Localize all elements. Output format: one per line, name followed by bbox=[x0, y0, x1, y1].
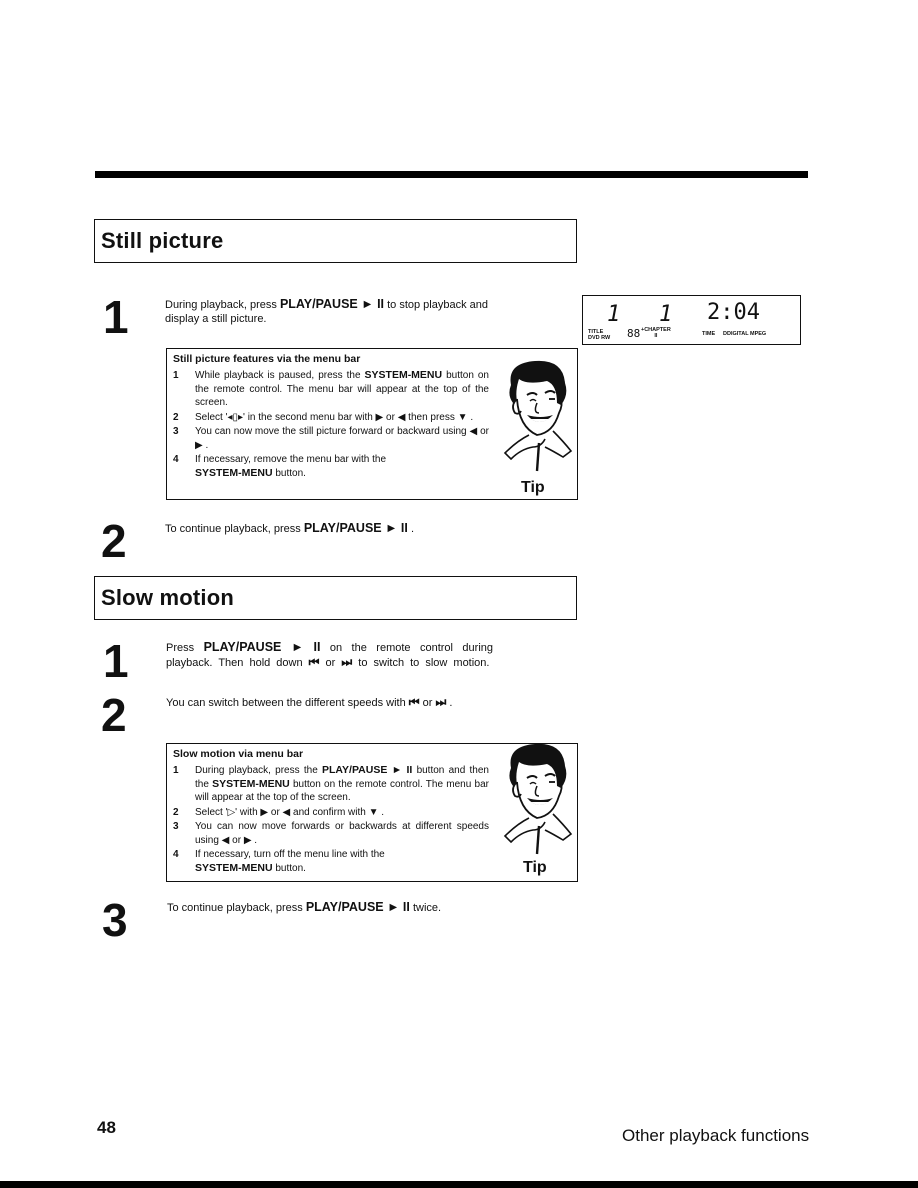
tip-label: Tip bbox=[521, 479, 545, 496]
step-text-pre: During playback, press bbox=[165, 299, 277, 311]
play-pause-key: PLAY/PAUSE ► II bbox=[303, 521, 408, 535]
tip-mascot-illustration bbox=[497, 738, 575, 861]
mascot-face-icon bbox=[503, 360, 573, 472]
tip-item-text: If necessary, remove the menu bar with t… bbox=[195, 453, 489, 480]
step-text: You can switch between the different spe… bbox=[166, 695, 526, 710]
step-text-pre: Press bbox=[166, 642, 195, 654]
player-display-panel: 1 1 2:04 TITLE DVD RW 88 +CHAPTER II TIM… bbox=[582, 295, 801, 345]
tip-item: 4 If necessary, turn off the menu line w… bbox=[173, 848, 489, 875]
tip-text: While playback is paused, press the bbox=[195, 370, 361, 381]
tip-item-text: Select '◂▯▸' in the second menu bar with… bbox=[195, 411, 474, 423]
display-segment-88: 88 bbox=[627, 327, 641, 340]
play-pause-key: PLAY/PAUSE ► II bbox=[279, 297, 385, 311]
tip-text: If necessary, turn off the menu line wit… bbox=[195, 849, 385, 860]
tip-item-number: 3 bbox=[173, 821, 179, 832]
tip-item-text: While playback is paused, press the SYST… bbox=[195, 369, 489, 410]
step-number: 3 bbox=[102, 894, 128, 946]
step-text-pre: To continue playback, press bbox=[165, 523, 301, 535]
tip-text: During playback, press the bbox=[195, 765, 318, 776]
step-text: To continue playback, press PLAY/PAUSE ►… bbox=[167, 900, 527, 915]
footer-section-title: Other playback functions bbox=[622, 1126, 810, 1145]
tip-item-number: 1 bbox=[173, 370, 179, 381]
display-label-time: TIME bbox=[702, 331, 716, 337]
tip-text: button. bbox=[275, 862, 306, 874]
system-menu-key: SYSTEM-MENU bbox=[195, 861, 273, 874]
play-pause-key: PLAY/PAUSE ► II bbox=[305, 900, 410, 914]
tip-item-number: 1 bbox=[173, 765, 179, 776]
tip-mascot-illustration bbox=[497, 355, 575, 478]
page-number: 48 bbox=[97, 1118, 116, 1137]
display-label-digital: DDIGITAL MPEG bbox=[723, 331, 767, 337]
display-label-title: TITLE DVD RW bbox=[588, 329, 610, 341]
display-title-number: 1 bbox=[607, 302, 621, 327]
next-key-icon: ⏭ bbox=[341, 655, 353, 669]
tip-title: Still picture features via the menu bar bbox=[173, 353, 361, 365]
step-number: 1 bbox=[103, 635, 129, 687]
tip-item: 2 Select '◂▯▸' in the second menu bar wi… bbox=[173, 411, 489, 425]
tip-item: 4 If necessary, remove the menu bar with… bbox=[173, 453, 489, 480]
mascot-face-icon bbox=[503, 743, 573, 855]
tip-text: If necessary, remove the menu bar with t… bbox=[195, 454, 387, 465]
label-dvd: DVD RW bbox=[588, 335, 611, 341]
step-text-pre: To continue playback, press bbox=[167, 902, 303, 914]
section-header-still-picture: Still picture bbox=[94, 219, 577, 263]
bottom-rule bbox=[0, 1181, 918, 1188]
next-key-icon: ⏭ bbox=[435, 695, 447, 709]
step-text-or: or bbox=[422, 697, 433, 709]
step-number: 1 bbox=[103, 291, 129, 343]
previous-key-icon: ⏮ bbox=[408, 695, 420, 709]
step-text-post: twice. bbox=[412, 902, 442, 914]
tip-item-text: You can now move forwards or backwards a… bbox=[195, 821, 489, 846]
step-text: During playback, press PLAY/PAUSE ► II t… bbox=[165, 297, 505, 326]
tip-item: 1 During playback, press the PLAY/PAUSE … bbox=[173, 764, 489, 805]
system-menu-key: SYSTEM-MENU bbox=[195, 466, 273, 479]
system-menu-key: SYSTEM-MENU bbox=[212, 777, 290, 790]
section-title: Slow motion bbox=[101, 585, 234, 610]
play-pause-key: PLAY/PAUSE ► II bbox=[203, 640, 321, 654]
display-chapter-number: 1 bbox=[659, 302, 673, 327]
tip-text: button. bbox=[275, 467, 306, 479]
tip-item-text: During playback, press the PLAY/PAUSE ► … bbox=[195, 764, 489, 805]
system-menu-key: SYSTEM-MENU bbox=[364, 369, 443, 381]
tip-title: Slow motion via menu bar bbox=[173, 748, 304, 760]
step-text-post: . bbox=[410, 523, 415, 535]
tip-item-number: 4 bbox=[173, 454, 179, 465]
display-time: 2:04 bbox=[707, 300, 760, 325]
step-text: To continue playback, press PLAY/PAUSE ►… bbox=[165, 521, 525, 536]
step-number: 2 bbox=[101, 515, 127, 567]
tip-item-text: If necessary, turn off the menu line wit… bbox=[195, 848, 489, 875]
tip-item: 3 You can now move the still picture for… bbox=[173, 425, 489, 452]
tip-item-number: 4 bbox=[173, 849, 179, 860]
tip-item-text: You can now move the still picture forwa… bbox=[195, 426, 489, 451]
step-text-post: . bbox=[449, 697, 453, 709]
section-header-slow-motion: Slow motion bbox=[94, 576, 577, 620]
step-text-or: or bbox=[325, 657, 336, 669]
tip-item: 3 You can now move forwards or backwards… bbox=[173, 820, 489, 847]
tip-item: 2 Select '▷' with ▶ or ◀ and confirm wit… bbox=[173, 806, 489, 820]
previous-key-icon: ⏮ bbox=[308, 655, 320, 669]
tip-item-text: Select '▷' with ▶ or ◀ and confirm with … bbox=[195, 806, 385, 818]
section-title: Still picture bbox=[101, 228, 224, 253]
tip-item: 1 While playback is paused, press the SY… bbox=[173, 369, 489, 410]
display-label-chapter: +CHAPTER II bbox=[641, 327, 671, 339]
tip-item-number: 2 bbox=[173, 411, 179, 423]
tip-label: Tip bbox=[523, 859, 547, 876]
step-text: Press PLAY/PAUSE ► II on the remote cont… bbox=[166, 640, 493, 670]
label-chapter-sub: II bbox=[654, 333, 658, 339]
top-rule bbox=[95, 171, 808, 178]
step-text-post: to switch to slow motion. bbox=[358, 657, 490, 669]
play-pause-key: PLAY/PAUSE ► II bbox=[322, 764, 413, 776]
step-text-pre: You can switch between the different spe… bbox=[166, 697, 406, 709]
tip-item-number: 3 bbox=[173, 426, 179, 437]
tip-item-number: 2 bbox=[173, 806, 179, 818]
step-number: 2 bbox=[101, 689, 127, 741]
